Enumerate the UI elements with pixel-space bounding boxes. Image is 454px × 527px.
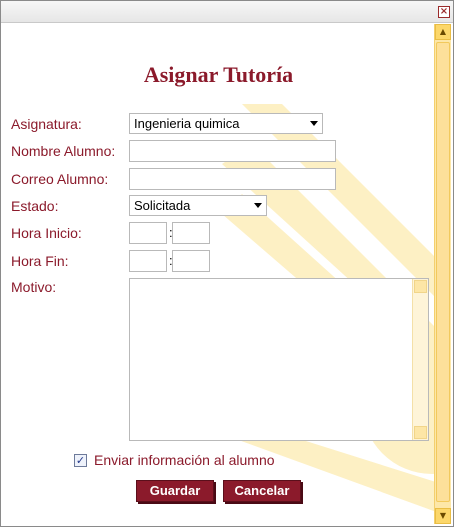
enviar-label[interactable]: Enviar información al alumno xyxy=(94,452,275,468)
window-scrollbar[interactable]: ▲ ▼ xyxy=(434,24,451,524)
scroll-up-icon[interactable]: ▲ xyxy=(435,24,451,40)
hora-fin-hh-input[interactable] xyxy=(129,250,167,272)
page-title: Asignar Tutoría xyxy=(143,62,294,87)
title-bar: × xyxy=(1,1,453,23)
form-content: Asignar Tutoría Asignatura: Ingenieria q… xyxy=(2,24,435,527)
correo-label: Correo Alumno: xyxy=(11,171,109,187)
estado-select[interactable]: Solicitada xyxy=(129,195,267,216)
dialog-window: × Asignar Tutoría Asignatura: Ingenieria… xyxy=(0,0,454,527)
hora-fin-mm-input[interactable] xyxy=(172,250,210,272)
scroll-down-icon[interactable]: ▼ xyxy=(435,508,451,524)
nombre-input[interactable] xyxy=(129,140,336,162)
estado-value: Solicitada xyxy=(134,198,191,213)
chevron-down-icon xyxy=(310,121,318,126)
asignatura-select[interactable]: Ingenieria quimica xyxy=(129,113,323,134)
asignatura-value: Ingenieria quimica xyxy=(134,116,240,131)
scroll-up-button[interactable] xyxy=(414,280,427,293)
hora-inicio-label: Hora Inicio: xyxy=(11,225,82,241)
scroll-thumb[interactable] xyxy=(436,42,450,502)
asignatura-label: Asignatura: xyxy=(11,116,82,132)
textarea-scrollbar[interactable] xyxy=(412,279,428,440)
enviar-checkbox[interactable]: ✓ xyxy=(74,453,87,467)
enviar-row: ✓ Enviar información al alumno xyxy=(74,452,275,468)
chevron-down-icon xyxy=(254,203,262,208)
hora-inicio-hh-input[interactable] xyxy=(129,222,167,244)
save-button[interactable]: Guardar xyxy=(136,480,214,502)
cancel-button[interactable]: Cancelar xyxy=(223,480,301,502)
correo-input[interactable] xyxy=(129,168,336,190)
close-icon[interactable]: × xyxy=(438,6,450,18)
motivo-textarea[interactable] xyxy=(129,278,429,441)
hora-fin-label: Hora Fin: xyxy=(11,253,69,269)
estado-label: Estado: xyxy=(11,198,59,214)
motivo-label: Motivo: xyxy=(11,279,57,295)
scroll-down-button[interactable] xyxy=(414,426,427,439)
nombre-label: Nombre Alumno: xyxy=(11,143,116,159)
hora-inicio-mm-input[interactable] xyxy=(172,222,210,244)
